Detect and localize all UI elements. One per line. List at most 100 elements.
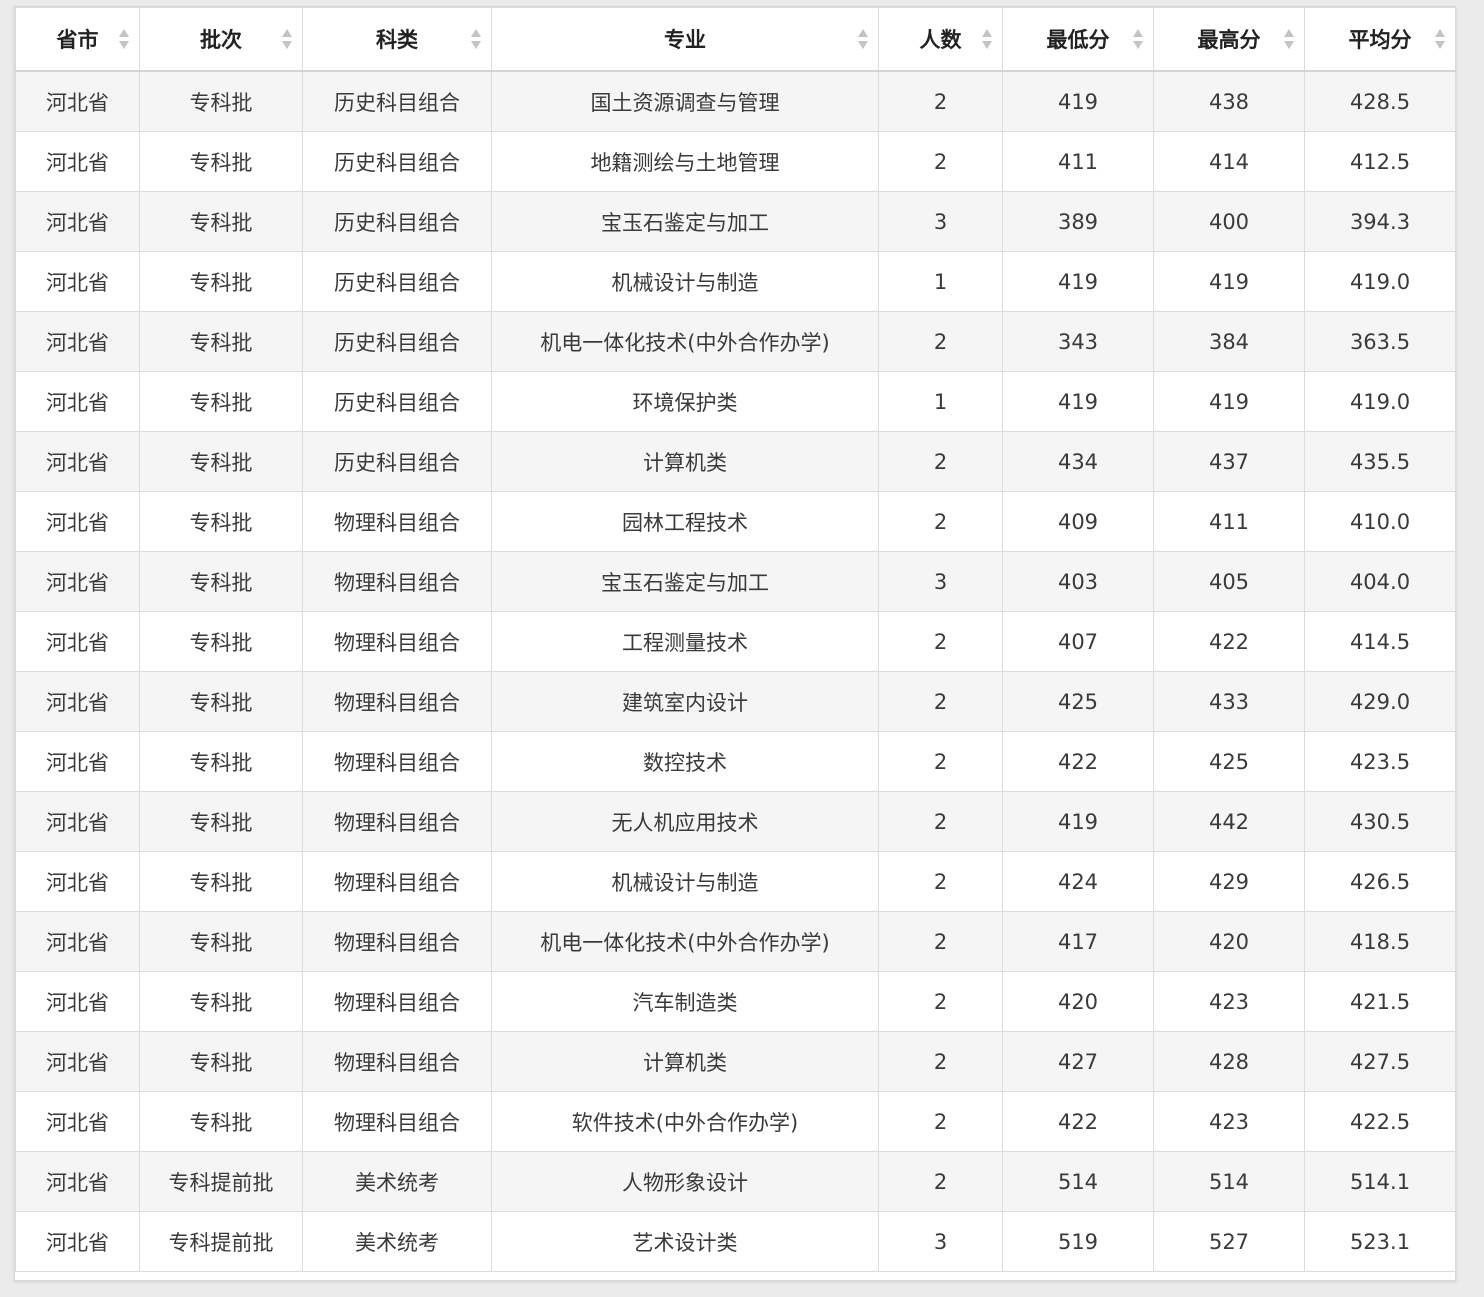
table-row: 河北省 专科批 物理科目组合 数控技术 2 422 425 423.5 (15, 731, 1456, 792)
column-header-max-score[interactable]: 最高分 (1153, 7, 1305, 72)
min-score-cell: 419 (1002, 251, 1154, 312)
sort-icon[interactable] (858, 27, 868, 51)
min-score-cell: 419 (1002, 371, 1154, 432)
avg-score-cell: 363.5 (1304, 311, 1456, 372)
avg-score-cell: 422.5 (1304, 1091, 1456, 1152)
major-cell: 宝玉石鉴定与加工 (491, 551, 879, 612)
batch-cell: 专科批 (139, 251, 303, 312)
category-cell: 物理科目组合 (302, 611, 492, 672)
category-cell: 物理科目组合 (302, 1091, 492, 1152)
column-label: 科类 (376, 28, 418, 52)
column-header-batch[interactable]: 批次 (139, 7, 303, 72)
category-cell: 物理科目组合 (302, 971, 492, 1032)
major-cell: 建筑室内设计 (491, 671, 879, 732)
max-score-cell: 428 (1153, 1031, 1305, 1092)
avg-score-cell: 428.5 (1304, 70, 1456, 132)
column-header-count[interactable]: 人数 (878, 7, 1003, 72)
min-score-cell: 424 (1002, 851, 1154, 912)
column-header-category[interactable]: 科类 (302, 7, 492, 72)
avg-score-cell: 414.5 (1304, 611, 1456, 672)
province-cell: 河北省 (15, 431, 140, 492)
max-score-cell: 423 (1153, 971, 1305, 1032)
sort-icon[interactable] (471, 27, 481, 51)
column-header-province[interactable]: 省市 (15, 7, 140, 72)
min-score-cell: 420 (1002, 971, 1154, 1032)
province-cell: 河北省 (15, 1031, 140, 1092)
province-cell: 河北省 (15, 971, 140, 1032)
batch-cell: 专科批 (139, 731, 303, 792)
major-cell: 机电一体化技术(中外合作办学) (491, 311, 879, 372)
count-cell: 2 (878, 1091, 1003, 1152)
count-cell: 2 (878, 731, 1003, 792)
min-score-cell: 403 (1002, 551, 1154, 612)
category-cell: 历史科目组合 (302, 131, 492, 192)
max-score-cell: 429 (1153, 851, 1305, 912)
major-cell: 无人机应用技术 (491, 791, 879, 852)
max-score-cell: 384 (1153, 311, 1305, 372)
category-cell: 物理科目组合 (302, 911, 492, 972)
table-row: 河北省 专科批 历史科目组合 机电一体化技术(中外合作办学) 2 343 384 363.5 (15, 311, 1456, 372)
column-label: 专业 (664, 28, 706, 52)
table-row: 河北省 专科提前批 美术统考 人物形象设计 2 514 514 514.1 (15, 1151, 1456, 1212)
count-cell: 2 (878, 70, 1003, 132)
column-header-avg-score[interactable]: 平均分 (1304, 7, 1456, 72)
min-score-cell: 409 (1002, 491, 1154, 552)
major-cell: 宝玉石鉴定与加工 (491, 191, 879, 252)
category-cell: 物理科目组合 (302, 851, 492, 912)
min-score-cell: 419 (1002, 70, 1154, 132)
min-score-cell: 519 (1002, 1211, 1154, 1272)
province-cell: 河北省 (15, 311, 140, 372)
table-row: 河北省 专科批 物理科目组合 汽车制造类 2 420 423 421.5 (15, 971, 1456, 1032)
province-cell: 河北省 (15, 70, 140, 132)
batch-cell: 专科批 (139, 311, 303, 372)
table-row: 河北省 专科批 历史科目组合 地籍测绘与土地管理 2 411 414 412.5 (15, 131, 1456, 192)
province-cell: 河北省 (15, 1151, 140, 1212)
category-cell: 物理科目组合 (302, 791, 492, 852)
category-cell: 历史科目组合 (302, 251, 492, 312)
column-header-min-score[interactable]: 最低分 (1002, 7, 1154, 72)
sort-icon[interactable] (1435, 27, 1445, 51)
max-score-cell: 419 (1153, 371, 1305, 432)
avg-score-cell: 430.5 (1304, 791, 1456, 852)
column-header-major[interactable]: 专业 (491, 7, 879, 72)
min-score-cell: 422 (1002, 731, 1154, 792)
column-label: 人数 (919, 28, 962, 52)
batch-cell: 专科提前批 (139, 1151, 303, 1212)
avg-score-cell: 394.3 (1304, 191, 1456, 252)
count-cell: 2 (878, 611, 1003, 672)
batch-cell: 专科提前批 (139, 1211, 303, 1272)
avg-score-cell: 410.0 (1304, 491, 1456, 552)
max-score-cell: 514 (1153, 1151, 1305, 1212)
batch-cell: 专科批 (139, 551, 303, 612)
avg-score-cell: 423.5 (1304, 731, 1456, 792)
table-row: 河北省 专科批 物理科目组合 计算机类 2 427 428 427.5 (15, 1031, 1456, 1092)
table-row: 河北省 专科批 物理科目组合 软件技术(中外合作办学) 2 422 423 422.5 (15, 1091, 1456, 1152)
province-cell: 河北省 (15, 731, 140, 792)
max-score-cell: 422 (1153, 611, 1305, 672)
category-cell: 美术统考 (302, 1151, 492, 1212)
batch-cell: 专科批 (139, 131, 303, 192)
province-cell: 河北省 (15, 611, 140, 672)
avg-score-cell: 427.5 (1304, 1031, 1456, 1092)
sort-icon[interactable] (282, 27, 292, 51)
sort-icon[interactable] (119, 27, 129, 51)
count-cell: 2 (878, 311, 1003, 372)
avg-score-cell: 426.5 (1304, 851, 1456, 912)
sort-icon[interactable] (982, 27, 992, 51)
count-cell: 3 (878, 1211, 1003, 1272)
sort-icon[interactable] (1133, 27, 1143, 51)
min-score-cell: 425 (1002, 671, 1154, 732)
sort-icon[interactable] (1284, 27, 1294, 51)
table-header-row: 省市 批次 科类 专业 人数 最低分 最高分 平均分 (15, 7, 1456, 72)
max-score-cell: 411 (1153, 491, 1305, 552)
column-label: 最低分 (1046, 28, 1110, 52)
column-label: 省市 (56, 28, 99, 52)
major-cell: 数控技术 (491, 731, 879, 792)
major-cell: 地籍测绘与土地管理 (491, 131, 879, 192)
avg-score-cell: 412.5 (1304, 131, 1456, 192)
max-score-cell: 400 (1153, 191, 1305, 252)
count-cell: 2 (878, 911, 1003, 972)
max-score-cell: 442 (1153, 791, 1305, 852)
category-cell: 物理科目组合 (302, 491, 492, 552)
avg-score-cell: 419.0 (1304, 251, 1456, 312)
